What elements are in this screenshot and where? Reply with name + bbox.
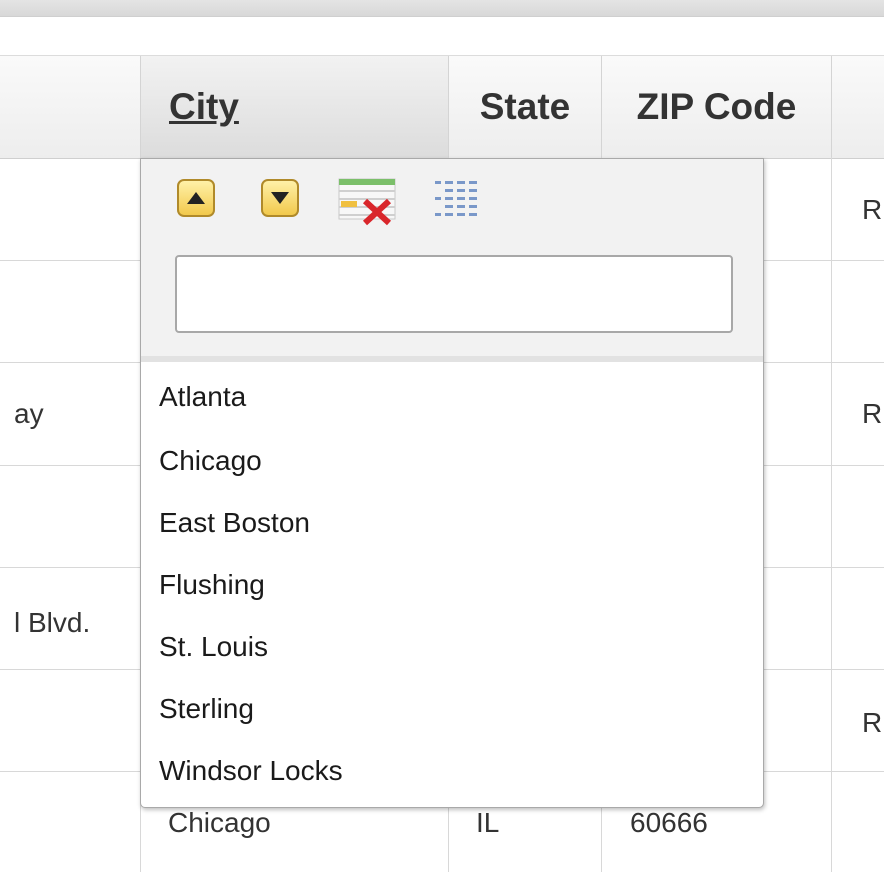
filter-option-st-louis[interactable]: St. Louis [159,631,268,663]
sort-ascending-icon[interactable] [177,179,215,217]
filter-option-east-boston[interactable]: East Boston [159,507,310,539]
table-cell-zip: 60666 [630,807,708,838]
grid-header-row: City State ZIP Code [0,55,884,159]
filter-option-sterling[interactable]: Sterling [159,693,254,725]
table-cell-city: Chicago [168,807,271,838]
filter-option-windsor-locks[interactable]: Windsor Locks [159,755,343,787]
table-cell: ay [14,398,44,429]
column-divider [831,157,832,872]
column-header-next[interactable] [831,56,884,158]
clear-filter-icon[interactable] [337,177,397,227]
filter-option-flushing[interactable]: Flushing [159,569,265,601]
filter-option-chicago[interactable]: Chicago [159,445,262,477]
table-cell: R [862,194,883,225]
table-cell-state: IL [476,807,500,838]
column-header-city[interactable]: City [140,56,448,158]
column-chooser-icon[interactable] [429,177,483,223]
table-cell: l Blvd. [14,607,91,638]
filter-search-input[interactable] [175,255,733,333]
city-filter-dropdown: Atlanta Chicago East Boston Flushing St.… [140,158,764,808]
table-cell: R [862,707,883,738]
column-header-state[interactable]: State [448,56,601,158]
top-toolbar-strip [0,0,884,17]
sort-descending-icon[interactable] [261,179,299,217]
filter-option-atlanta[interactable]: Atlanta [159,381,246,413]
table-cell: R [862,398,883,429]
filter-toolbar [141,159,763,362]
column-header-zip[interactable]: ZIP Code [601,56,831,158]
